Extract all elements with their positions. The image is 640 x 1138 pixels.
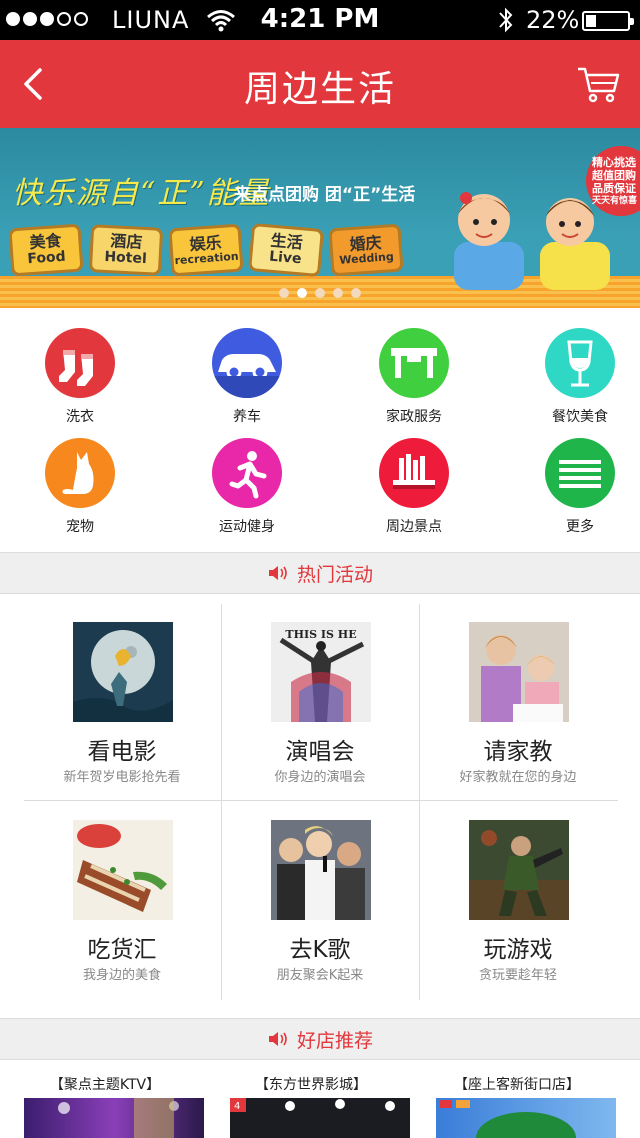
promo-banner[interactable]: 快乐源自“正”能量 来点点团购 团“正”生活 美食 Food 酒店 Hotel … [0,128,640,308]
hot-item-subtitle: 我身边的美食 [82,968,161,983]
banner-tag: 美食 Food [8,223,84,277]
tutor-photo-image [469,622,569,722]
shop-restaurant-image [436,1098,616,1138]
concert-poster-text: THIS IS HE [285,628,356,641]
game-poster-image [469,820,569,920]
shop-ktv-image [24,1098,204,1138]
category-label: 周边景点 [386,519,442,535]
hot-item-subtitle: 新年贺岁电影抢先看 [63,770,181,785]
category-fitness[interactable]: 运动健身 [167,418,327,535]
hot-activities-grid: 看电影 新年贺岁电影抢先看 THIS IS HE 演唱会 你身边的演唱会 请家教… [0,594,640,1018]
hot-item-title: 吃货汇 [87,937,157,963]
shop-card[interactable]: 【座上客新街口店】 [418,1060,616,1138]
shop-card[interactable]: 【东方世界影城】 4 [212,1060,410,1138]
hot-item-games[interactable]: 玩游戏 贪玩要趁年轻 [420,792,616,988]
hot-section-header: 热门活动 [0,552,640,594]
badge-line: 精心挑选 [592,156,636,169]
page-title: 周边生活 [243,69,396,110]
cat-icon [45,438,115,508]
category-attractions[interactable]: 周边景点 [334,418,494,535]
pager-dot[interactable] [351,288,361,298]
hot-item-subtitle: 朋友聚会K起来 [276,968,364,983]
pager-dot-active[interactable] [297,288,307,298]
table-icon [379,328,449,398]
battery-icon [582,11,634,31]
badge-line: 天天有惊喜 [592,195,638,206]
banner-tag: 娱乐 recreation [168,223,244,277]
category-car-care[interactable]: 养车 [167,308,327,425]
shop-section-header: 好店推荐 [0,1018,640,1060]
food-photo-image [73,820,173,920]
wine-glass-icon [545,328,615,398]
banner-tag-en: Wedding [338,249,395,267]
shop-section-title: 好店推荐 [296,1029,373,1052]
banner-badge: 精心挑选 超值团购 品质保证 天天有惊喜 [586,146,640,216]
category-housekeeping[interactable]: 家政服务 [334,308,494,425]
banner-tag: 酒店 Hotel [88,224,164,276]
movie-poster-image [73,622,173,722]
badge-line: 品质保证 [592,182,636,196]
shop-cinema-image: 4 [230,1098,410,1138]
banner-tags: 美食 Food 酒店 Hotel 娱乐 recreation 生活 Live 婚… [8,222,404,278]
hot-item-subtitle: 贪玩要趁年轻 [478,968,557,983]
recommended-shops: 【聚点主题KTV】 【东方世界影城】 4 【座上客新街口店】 [0,1060,640,1138]
banner-pager[interactable] [0,288,640,298]
concert-poster-image: THIS IS HE [271,622,371,722]
category-dining[interactable]: 餐饮美食 [500,308,640,425]
pager-dot[interactable] [279,288,289,298]
hot-item-title: 演唱会 [285,739,355,765]
category-more[interactable]: 更多 [500,418,640,535]
car-icon [212,328,282,398]
hot-item-title: 请家教 [483,739,553,765]
hot-item-title: 去K歌 [289,937,351,963]
hot-section-title: 热门活动 [296,563,373,586]
pager-dot[interactable] [315,288,325,298]
bluetooth-icon [499,7,513,33]
menu-lines-icon [545,438,615,508]
hot-item-food[interactable]: 吃货汇 我身边的美食 [24,792,220,988]
category-label: 宠物 [66,519,94,535]
shop-card[interactable]: 【聚点主题KTV】 [6,1060,204,1138]
hot-item-concert[interactable]: THIS IS HE 演唱会 你身边的演唱会 [222,594,418,790]
hot-item-title: 看电影 [87,739,157,765]
banner-tag-en: Hotel [104,248,148,268]
pager-dot[interactable] [333,288,343,298]
shop-name: 【东方世界影城】 [255,1077,367,1093]
shop-name: 【座上客新街口店】 [454,1077,580,1093]
category-pets[interactable]: 宠物 [0,418,160,535]
category-label: 运动健身 [219,519,275,535]
shop-name: 【聚点主题KTV】 [49,1077,161,1093]
cart-icon[interactable] [576,64,620,104]
hot-item-movie[interactable]: 看电影 新年贺岁电影抢先看 [24,594,220,790]
banner-tag: 生活 Live [248,222,324,278]
badge-line: 超值团购 [592,169,636,183]
hot-item-title: 玩游戏 [483,937,553,963]
nav-bar: 周边生活 [0,40,640,128]
hot-item-karaoke[interactable]: 去K歌 朋友聚会K起来 [222,792,418,988]
banner-subtitle: 来点点团购 团“正”生活 [234,185,416,205]
status-bar: LIUNA 4:21 PM 22% [0,0,640,40]
banner-tag-en: recreation [174,249,240,267]
category-label: 更多 [566,519,594,535]
speaker-icon [268,566,287,580]
speaker-icon [268,1032,287,1046]
hot-item-tutor[interactable]: 请家教 好家教就在您的身边 [420,594,616,790]
socks-icon [45,328,115,398]
category-laundry[interactable]: 洗衣 [0,308,160,425]
running-man-icon [212,438,282,508]
hot-item-subtitle: 好家教就在您的身边 [459,770,577,785]
bookshelf-icon [379,438,449,508]
battery-percent: 22% [526,6,580,34]
svg-text:4: 4 [234,1101,240,1112]
banner-tag-en: Live [268,248,303,268]
karaoke-photo-image [271,820,371,920]
banner-slogan: 快乐源自“正”能量 [12,176,271,211]
category-grid: 洗衣 养车 家政服务 餐饮美食 宠物 运动健身 周边景点 更多 [0,308,640,552]
hot-item-subtitle: 你身边的演唱会 [274,770,366,785]
banner-tag-en: Food [26,248,67,268]
banner-tag: 婚庆 Wedding [328,223,404,277]
